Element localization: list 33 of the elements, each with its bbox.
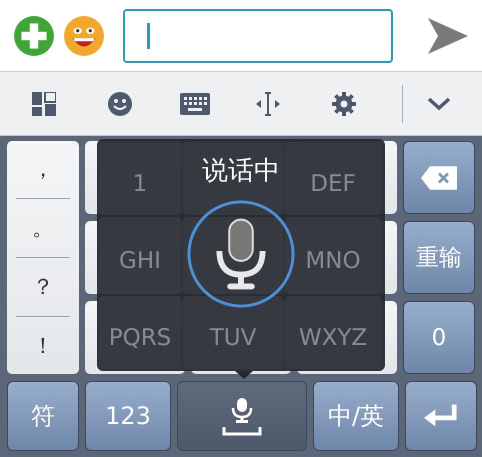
keyboard-key[interactable]: [405, 381, 477, 451]
chevron-down-icon[interactable]: [427, 96, 451, 110]
key-label: PQRS: [108, 324, 172, 350]
key-label: 中/英: [328, 401, 384, 432]
key-label: GHI: [119, 248, 161, 274]
side-key[interactable]: [403, 141, 475, 214]
key-label: DEF: [310, 170, 356, 196]
cursor-icon[interactable]: [256, 92, 280, 116]
key-label: 符: [31, 401, 55, 432]
key-label: TUV: [210, 324, 256, 350]
punctuation-key[interactable]: ， 。 ？ ！: [7, 141, 79, 374]
keyboard-key[interactable]: [177, 381, 307, 451]
key-label: 重输: [416, 244, 462, 273]
microphone-space-icon: [222, 396, 262, 436]
plus-icon[interactable]: [13, 14, 55, 56]
keyboard-icon[interactable]: [180, 92, 210, 114]
key-label: WXYZ: [298, 324, 368, 350]
punctuation-mark[interactable]: ！: [32, 331, 54, 361]
punctuation-mark[interactable]: ，: [32, 154, 54, 184]
grid-icon[interactable]: [32, 92, 56, 116]
key-label: 0: [432, 324, 446, 350]
punctuation-mark[interactable]: ？: [32, 272, 54, 302]
key-label: 1: [132, 170, 148, 196]
microphone-icon: [187, 200, 295, 308]
send-icon[interactable]: [426, 16, 470, 56]
key-label: MNO: [305, 248, 361, 274]
backspace-icon: [421, 166, 457, 190]
message-field[interactable]: [123, 8, 393, 62]
smiley-icon[interactable]: [63, 14, 105, 56]
key-label: 123: [105, 402, 151, 430]
enter-icon: [424, 404, 458, 428]
punctuation-mark[interactable]: 。: [32, 213, 54, 243]
smiley-icon[interactable]: [108, 92, 132, 116]
